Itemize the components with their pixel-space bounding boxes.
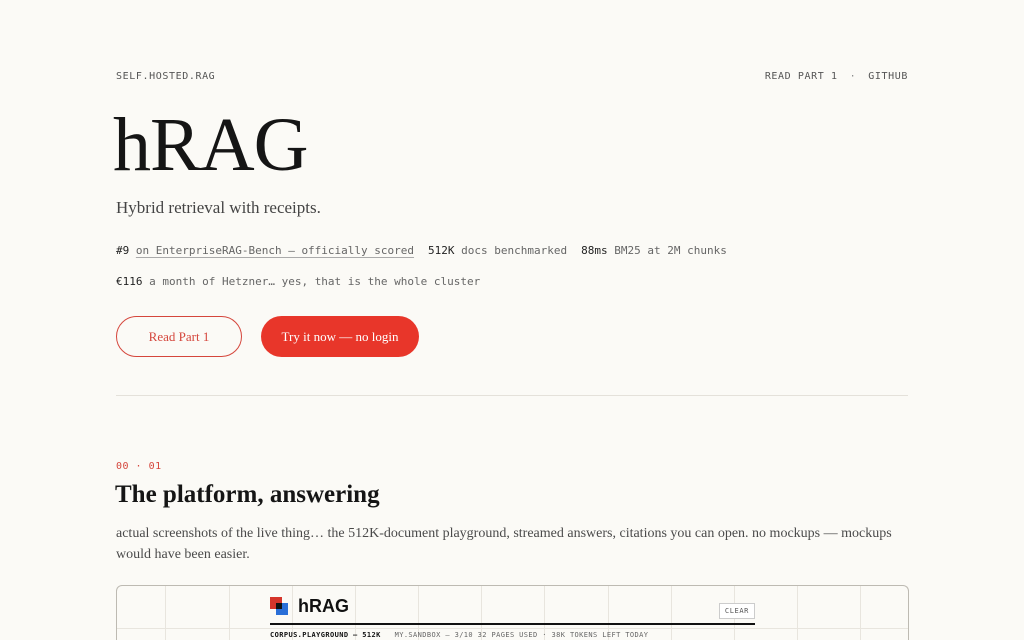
top-bar: SELF.HOSTED.RAG READ PART 1 · GITHUB (116, 71, 908, 82)
rank-value: #9 (116, 244, 130, 257)
grid-line (165, 586, 166, 640)
grid-line (117, 628, 908, 629)
section-title: The platform, answering (115, 481, 380, 508)
stats-line-1: #9 on EnterpriseRAG-Bench — officially s… (116, 244, 727, 257)
benchmark-link[interactable]: on EnterpriseRAG-Bench — officially scor… (136, 244, 414, 257)
sandbox-usage: MY.SANDBOX — 3/10 32 PAGES USED · 38K TO… (394, 631, 649, 639)
landing-page: SELF.HOSTED.RAG READ PART 1 · GITHUB hRA… (0, 0, 1024, 640)
clear-button[interactable]: CLEAR (718, 603, 755, 619)
grid-line (797, 586, 798, 640)
cost-value: €116 (116, 275, 143, 288)
section-number: 00 · 01 (116, 461, 162, 472)
try-it-now-button[interactable]: Try it now — no login (261, 316, 419, 357)
cost-label: a month of Hetzner… yes, that is the who… (149, 275, 481, 288)
latency-label: BM25 at 2M chunks (614, 244, 727, 257)
hero-tagline: Hybrid retrieval with receipts. (116, 198, 321, 217)
screenshot-brand: hRAG (270, 596, 755, 617)
docs-value: 512K (428, 244, 455, 257)
section-description: actual screenshots of the live thing… th… (116, 526, 892, 562)
read-part-1-button[interactable]: Read Part 1 (116, 316, 242, 357)
screenshot-app-header: hRAG CLEAR CORPUS.PLAYGROUND — 512K MY.S… (270, 596, 755, 639)
hrag-logo-icon (270, 596, 290, 617)
screenshot-app-name: hRAG (298, 596, 349, 616)
screenshot-meta: CORPUS.PLAYGROUND — 512K MY.SANDBOX — 3/… (270, 631, 648, 639)
nav-github-link[interactable]: GITHUB (868, 71, 908, 82)
platform-screenshot: hRAG CLEAR CORPUS.PLAYGROUND — 512K MY.S… (116, 585, 909, 640)
latency-value: 88ms (581, 244, 608, 257)
top-nav: READ PART 1 · GITHUB (765, 71, 908, 82)
grid-line (860, 586, 861, 640)
nav-separator: · (849, 71, 857, 82)
hero-title: hRAG (113, 103, 308, 187)
grid-line (229, 586, 230, 640)
nav-read-part-1-link[interactable]: READ PART 1 (765, 71, 838, 82)
stats-line-2: €116 a month of Hetzner… yes, that is th… (116, 275, 480, 288)
corpus-label: CORPUS.PLAYGROUND — 512K (270, 631, 381, 639)
brand-label: SELF.HOSTED.RAG (116, 71, 216, 82)
screenshot-header-rule (270, 623, 755, 625)
section-divider (116, 395, 908, 396)
docs-label: docs benchmarked (461, 244, 568, 257)
